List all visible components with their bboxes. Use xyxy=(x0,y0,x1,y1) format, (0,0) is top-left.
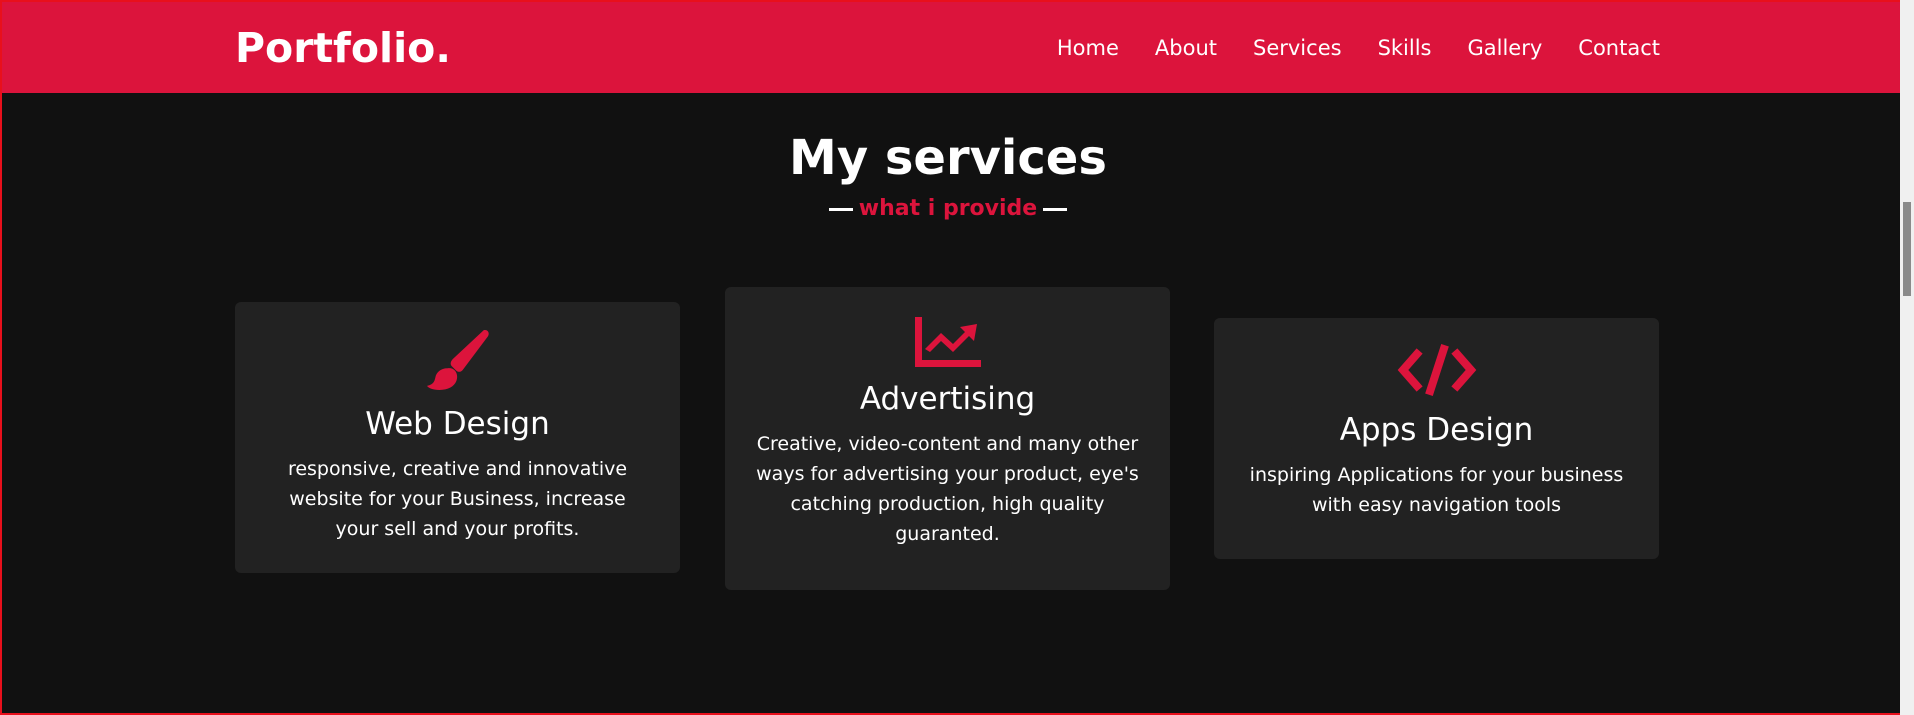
scrollbar[interactable] xyxy=(1900,0,1914,715)
nav-gallery[interactable]: Gallery xyxy=(1468,36,1543,60)
main-nav: Home About Services Skills Gallery Conta… xyxy=(1021,36,1660,60)
chart-line-icon xyxy=(914,317,981,367)
section-subtitle: what i provide xyxy=(2,196,1894,221)
navbar: Portfolio. Home About Services Skills Ga… xyxy=(2,2,1902,93)
nav-contact[interactable]: Contact xyxy=(1578,36,1660,60)
nav-home[interactable]: Home xyxy=(1057,36,1119,60)
section-title: My services xyxy=(789,130,1107,186)
card-description: Creative, video-content and many other w… xyxy=(756,433,1139,545)
service-card-advertising: Advertising Creative, video-content and … xyxy=(725,287,1170,590)
service-card-web-design: Web Design responsive, creative and inno… xyxy=(235,302,680,573)
scrollbar-thumb[interactable] xyxy=(1903,202,1911,296)
paint-brush-icon xyxy=(426,329,489,390)
nav-about[interactable]: About xyxy=(1155,36,1217,60)
card-title: Advertising xyxy=(859,381,1036,417)
card-title: Web Design xyxy=(365,406,550,442)
subtitle-dash-left xyxy=(828,207,853,211)
page-frame: Portfolio. Home About Services Skills Ga… xyxy=(0,0,1914,715)
service-card-apps-design: Apps Design inspiring Applications for y… xyxy=(1214,318,1659,559)
subtitle-dash-right xyxy=(1043,207,1068,211)
nav-services[interactable]: Services xyxy=(1253,36,1342,60)
card-description: responsive, creative and innovative webs… xyxy=(287,458,628,540)
card-title: Apps Design xyxy=(1339,412,1534,448)
logo[interactable]: Portfolio. xyxy=(235,24,451,72)
subtitle-text: what i provide xyxy=(858,196,1038,221)
code-icon xyxy=(1397,344,1476,396)
nav-skills[interactable]: Skills xyxy=(1378,36,1432,60)
card-description: inspiring Applications for your business… xyxy=(1249,464,1624,516)
